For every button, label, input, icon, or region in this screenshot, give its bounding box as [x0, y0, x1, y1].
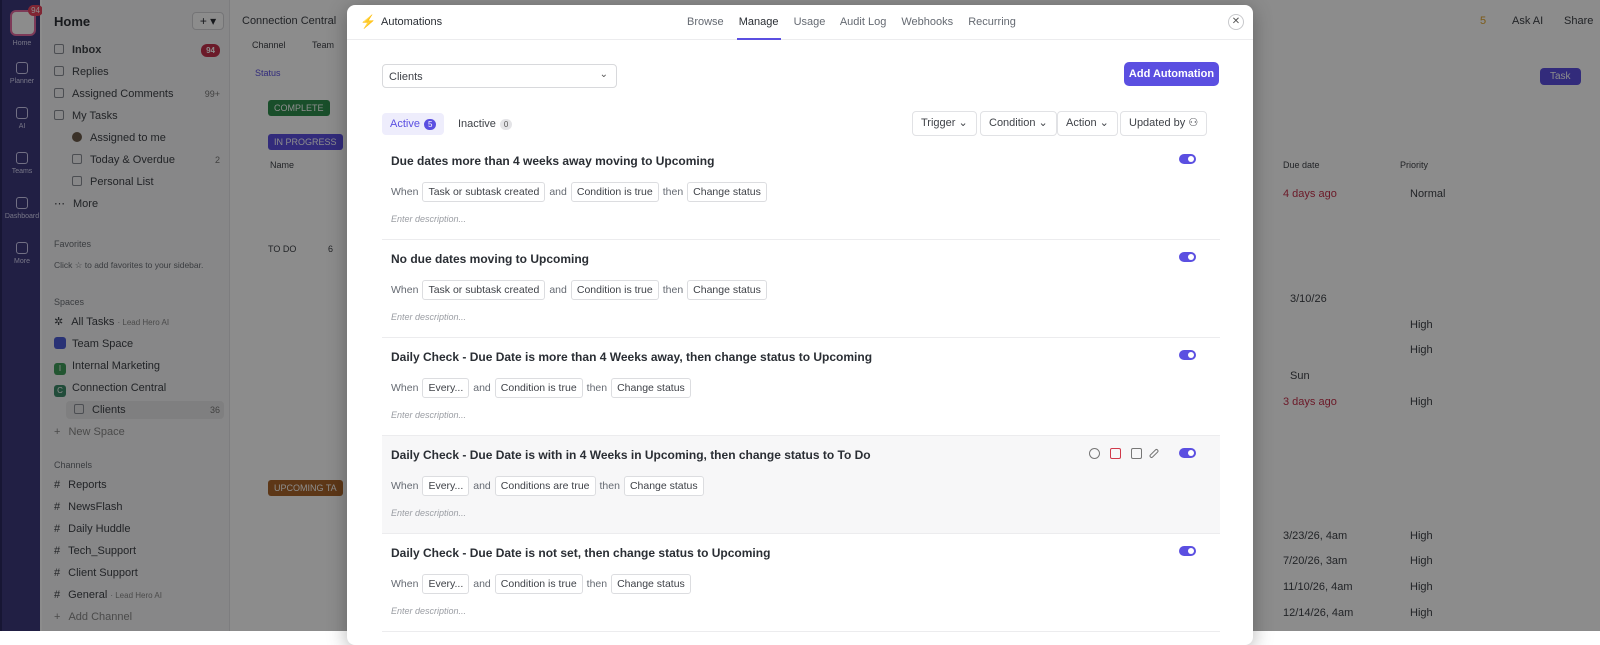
tab-active[interactable]: Active 5 [382, 113, 445, 135]
action-chip[interactable]: Change status [623, 476, 704, 496]
location-select[interactable]: Clients ⌄ [382, 64, 617, 88]
action-chip[interactable]: Change status [611, 378, 691, 398]
close-icon[interactable]: ✕ [1228, 14, 1244, 30]
people-icon: ⚇ [1188, 117, 1199, 129]
rule-description[interactable]: Enter description... [391, 214, 466, 224]
rule-toggle[interactable] [1179, 252, 1196, 262]
rule-title: Due dates more than 4 weeks away moving … [391, 154, 715, 168]
updated-by-filter[interactable]: Updated by ⚇ [1120, 111, 1208, 136]
rule-title: Daily Check - Due Date is with in 4 Week… [391, 448, 871, 462]
rule-description[interactable]: Enter description... [391, 312, 466, 322]
rule-description[interactable]: Enter description... [391, 606, 466, 616]
trigger-chip[interactable]: Every... [422, 378, 470, 398]
action-chip[interactable]: Change status [687, 280, 767, 300]
rule-description[interactable]: Enter description... [391, 410, 466, 420]
chevron-down-icon: ⌄ [599, 69, 608, 80]
trash-icon[interactable] [1110, 448, 1121, 459]
rule-description[interactable]: Enter description... [391, 508, 466, 518]
automation-rule[interactable]: Daily Check - Due Date is with in 4 Week… [382, 436, 1220, 534]
automation-rule[interactable]: Daily Check - Due Date is not set, then … [382, 534, 1220, 632]
duplicate-icon[interactable] [1131, 448, 1142, 459]
rule-title: No due dates moving to Upcoming [391, 252, 590, 266]
chevron-down-icon: ⌄ [1038, 117, 1048, 129]
tab-manage[interactable]: Manage [739, 16, 779, 28]
action-chip[interactable]: Change status [687, 182, 767, 202]
rule-toggle[interactable] [1179, 546, 1196, 556]
chevron-down-icon: ⌄ [1099, 117, 1109, 129]
rule-title: Daily Check - Due Date is more than 4 We… [391, 350, 873, 364]
tab-inactive[interactable]: Inactive 0 [450, 113, 520, 135]
condition-chip[interactable]: Condition is true [494, 574, 583, 594]
rule-logic: When Task or subtask created and Condition … [391, 280, 771, 300]
rule-toggle[interactable] [1179, 448, 1196, 458]
modal-header: ⚡ Automations Browse Manage Usage Audit … [347, 5, 1253, 40]
trigger-chip[interactable]: Every... [422, 476, 470, 496]
condition-chip[interactable]: Condition is true [494, 378, 583, 398]
rule-toggle[interactable] [1179, 154, 1196, 164]
rule-logic: When Every... and Conditions are true then Ch… [391, 476, 708, 496]
automation-rule[interactable]: Due dates more than 4 weeks away moving … [382, 142, 1220, 240]
rule-logic: When Task or subtask created and Condition … [391, 182, 771, 202]
info-icon[interactable] [1089, 448, 1100, 459]
trigger-chip[interactable]: Task or subtask created [422, 280, 546, 300]
rule-title: Daily Check - Due Date is not set, then … [391, 546, 771, 560]
trigger-chip[interactable]: Every... [422, 574, 470, 594]
modal-title: Automations [381, 16, 443, 28]
rule-logic: When Every... and Condition is true then Chan… [391, 574, 695, 594]
trigger-chip[interactable]: Task or subtask created [422, 182, 546, 202]
condition-chip[interactable]: Conditions are true [494, 476, 596, 496]
automations-modal: ⚡ Automations Browse Manage Usage Audit … [347, 5, 1253, 645]
action-chip[interactable]: Change status [611, 574, 691, 594]
rule-toggle[interactable] [1179, 350, 1196, 360]
tab-webhooks[interactable]: Webhooks [901, 16, 953, 28]
condition-chip[interactable]: Condition is true [570, 182, 659, 202]
chevron-down-icon: ⌄ [958, 117, 968, 129]
rule-logic: When Every... and Condition is true then Chan… [391, 378, 695, 398]
tab-usage[interactable]: Usage [794, 16, 826, 28]
automation-rule[interactable]: Daily Check - Due Date is more than 4 We… [382, 338, 1220, 436]
lightning-icon: ⚡ [360, 14, 377, 29]
tab-browse[interactable]: Browse [687, 16, 724, 28]
action-filter[interactable]: Action ⌄ [1057, 111, 1118, 136]
add-automation-button[interactable]: Add Automation [1124, 62, 1219, 86]
condition-chip[interactable]: Condition is true [570, 280, 659, 300]
tab-recurring[interactable]: Recurring [968, 16, 1016, 28]
rule-actions [1089, 448, 1166, 462]
trigger-filter[interactable]: Trigger ⌄ [912, 111, 977, 136]
tab-audit-log[interactable]: Audit Log [840, 16, 886, 28]
modal-tabs: Browse Manage Usage Audit Log Webhooks R… [687, 16, 1028, 28]
pencil-icon[interactable] [1148, 448, 1160, 459]
condition-filter[interactable]: Condition ⌄ [980, 111, 1057, 136]
automation-rule[interactable]: No due dates moving to Upcoming When Task… [382, 240, 1220, 338]
